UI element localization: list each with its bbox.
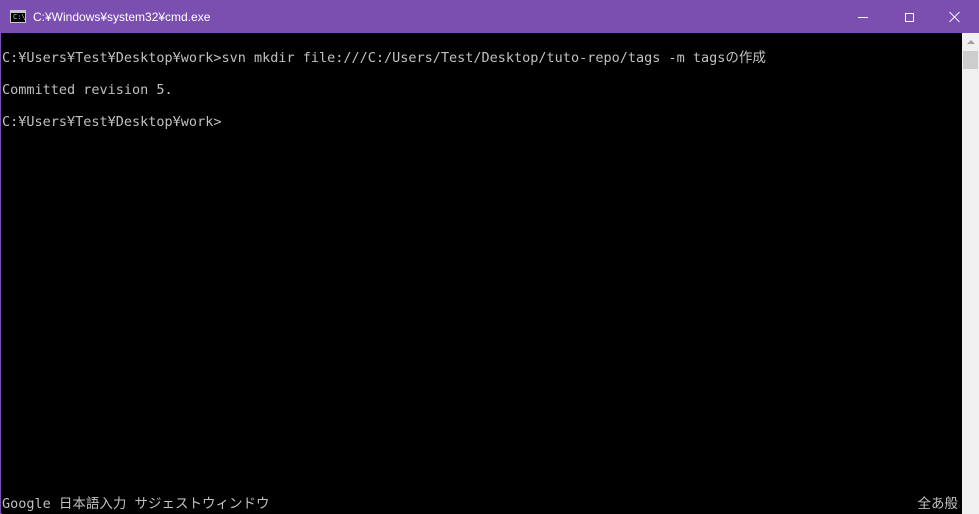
scroll-thumb[interactable] [963, 51, 978, 69]
console-output[interactable]: C:¥Users¥Test¥Desktop¥work>svn mkdir fil… [2, 33, 962, 514]
console-line-result: Committed revision 5. [2, 82, 173, 98]
arrow-up-icon [966, 39, 975, 44]
close-button[interactable] [932, 1, 978, 33]
minimize-button[interactable] [840, 1, 886, 33]
cmd-icon[interactable]: C:\ [10, 10, 26, 23]
close-icon [949, 11, 961, 23]
minimize-icon [858, 16, 868, 18]
maximize-button[interactable] [886, 1, 932, 33]
cmd-icon-text: C:\ [13, 13, 26, 21]
ime-suggest-label: Google 日本語入力 サジェストウィンドウ [2, 496, 270, 512]
maximize-icon [904, 12, 914, 22]
window-title: C:¥Windows¥system32¥cmd.exe [33, 10, 211, 24]
ime-mode-indicator[interactable]: 全あ般 [918, 495, 959, 514]
cmd-window: C:\ C:¥Windows¥system32¥cmd.exe C:¥Users… [0, 0, 979, 514]
scroll-up-button[interactable] [962, 33, 979, 50]
console-line-command: C:¥Users¥Test¥Desktop¥work>svn mkdir fil… [2, 50, 766, 66]
vertical-scrollbar[interactable] [962, 33, 979, 514]
title-bar[interactable]: C:\ C:¥Windows¥system32¥cmd.exe [1, 1, 978, 33]
console-line-prompt: C:¥Users¥Test¥Desktop¥work> [2, 114, 222, 130]
ime-suggest-bar: Google 日本語入力 サジェストウィンドウ 全あ般 [2, 495, 962, 514]
